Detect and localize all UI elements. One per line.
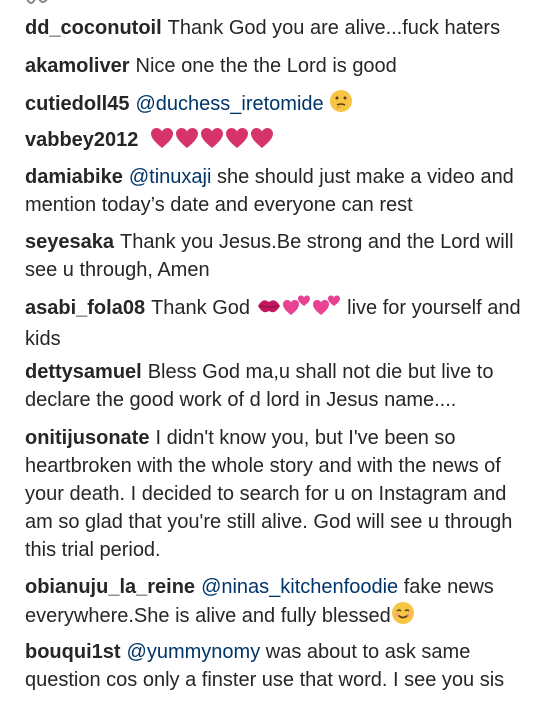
heart-icon [250, 127, 274, 157]
comment-username[interactable]: onitijusonate [25, 427, 149, 449]
smiling-face-icon [391, 601, 415, 633]
comment-username[interactable]: seyesaka [25, 231, 114, 253]
kiss-lips-icon [256, 295, 282, 325]
mention-link[interactable]: @duchess_iretomide [135, 93, 323, 115]
comment-username[interactable]: dettysamuel [25, 361, 142, 383]
heart-icon [200, 127, 224, 157]
comment-item: bouqui1st @yummynomy was about to ask sam… [25, 638, 535, 694]
comment-item: dd_coconutoil Thank God you are alive...f… [25, 14, 535, 42]
comment-item: seyesaka Thank you Jesus.Be strong and th… [25, 228, 535, 284]
comment-item: vabbey2012 [25, 126, 535, 157]
comment-item: dettysamuel Bless God ma,u shall not die … [25, 358, 535, 414]
heart-icon [175, 127, 199, 157]
comment-item: akamoliver Nice one the the Lord is good [25, 52, 535, 80]
mention-link[interactable]: @tinuxaji [129, 166, 212, 188]
comment-text: Nice one the the Lord is good [135, 55, 397, 77]
comment-username[interactable]: dd_coconutoil [25, 17, 162, 39]
comment-username[interactable]: obianuju_la_reine [25, 576, 195, 598]
comment-item: onitijusonate I didn't know you, but I've… [25, 424, 535, 564]
comment-item: obianuju_la_reine @ninas_kitchenfoodie fa… [25, 573, 535, 633]
two-hearts-icon [312, 293, 342, 325]
comment-item: asabi_fola08 Thank God live for yourself … [25, 293, 535, 353]
comment-text: Thank God [151, 297, 251, 319]
comment-username[interactable]: bouqui1st [25, 641, 121, 663]
heart-icon [225, 127, 249, 157]
comment-username[interactable]: cutiedoll45 [25, 93, 129, 115]
comment-item: damiabike @tinuxaji she should just make … [25, 163, 535, 219]
mention-link[interactable]: @ninas_kitchenfoodie [201, 576, 398, 598]
comment-username[interactable]: vabbey2012 [25, 129, 138, 151]
comment-username[interactable]: akamoliver [25, 55, 130, 77]
clipped-previous-comment [25, 0, 105, 6]
comment-text: Thank God you are alive...fuck haters [167, 17, 501, 39]
mention-link[interactable]: @yummynomy [127, 641, 261, 663]
two-hearts-icon [282, 293, 312, 325]
comment-item: cutiedoll45 @duchess_iretomide [25, 89, 535, 121]
comment-username[interactable]: damiabike [25, 166, 123, 188]
heart-icon [150, 127, 174, 157]
comment-username[interactable]: asabi_fola08 [25, 297, 145, 319]
thinking-face-icon [329, 89, 353, 121]
